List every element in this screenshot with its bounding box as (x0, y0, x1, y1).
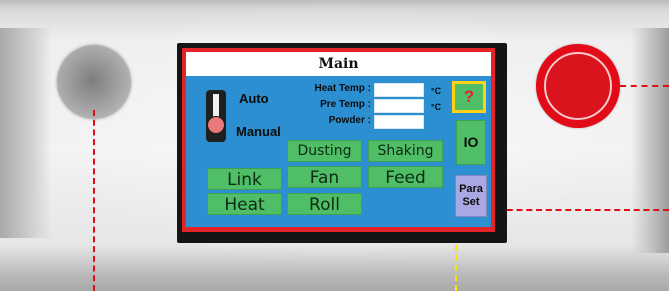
toggle-knob (207, 116, 225, 134)
para-set-callout-line (497, 209, 669, 211)
auto-label: Auto (239, 91, 269, 106)
link-button[interactable]: Link (207, 168, 282, 190)
dusting-button[interactable]: Dusting (287, 140, 362, 162)
shaking-button[interactable]: Shaking (368, 140, 443, 162)
pre-temp-label: Pre Temp : (320, 99, 371, 110)
help-button[interactable]: ? (452, 81, 486, 113)
selector-knob[interactable] (57, 45, 131, 119)
heat-temp-unit: °C (431, 86, 442, 96)
auto-manual-toggle-switch[interactable] (206, 90, 226, 142)
fan-button[interactable]: Fan (287, 166, 362, 188)
pre-temp-input[interactable] (374, 99, 424, 113)
feed-button[interactable]: Feed (368, 166, 443, 188)
powder-label: Powder : (328, 115, 371, 126)
estop-callout-line (620, 85, 669, 87)
heat-temp-label: Heat Temp : (314, 83, 372, 94)
screen-title: Main (186, 52, 491, 76)
knob-callout-line (93, 110, 95, 291)
emergency-stop-ring (544, 52, 612, 120)
toggle-slot (213, 94, 219, 118)
heat-button[interactable]: Heat (207, 193, 282, 215)
question-mark-icon: ? (463, 87, 475, 106)
powder-input[interactable] (374, 115, 424, 129)
para-set-button[interactable]: Para Set (455, 175, 487, 217)
emergency-stop-button[interactable] (536, 44, 620, 128)
para-set-label-line1: Para (459, 183, 483, 195)
manual-label: Manual (236, 124, 281, 139)
roll-button[interactable]: Roll (287, 193, 362, 215)
io-button[interactable]: IO (456, 120, 486, 165)
heat-temp-input[interactable] (374, 83, 424, 97)
panel-right-recess (631, 28, 669, 253)
pre-temp-unit: °C (431, 102, 442, 112)
para-set-label-line2: Set (462, 196, 480, 208)
panel-left-recess (0, 28, 52, 238)
